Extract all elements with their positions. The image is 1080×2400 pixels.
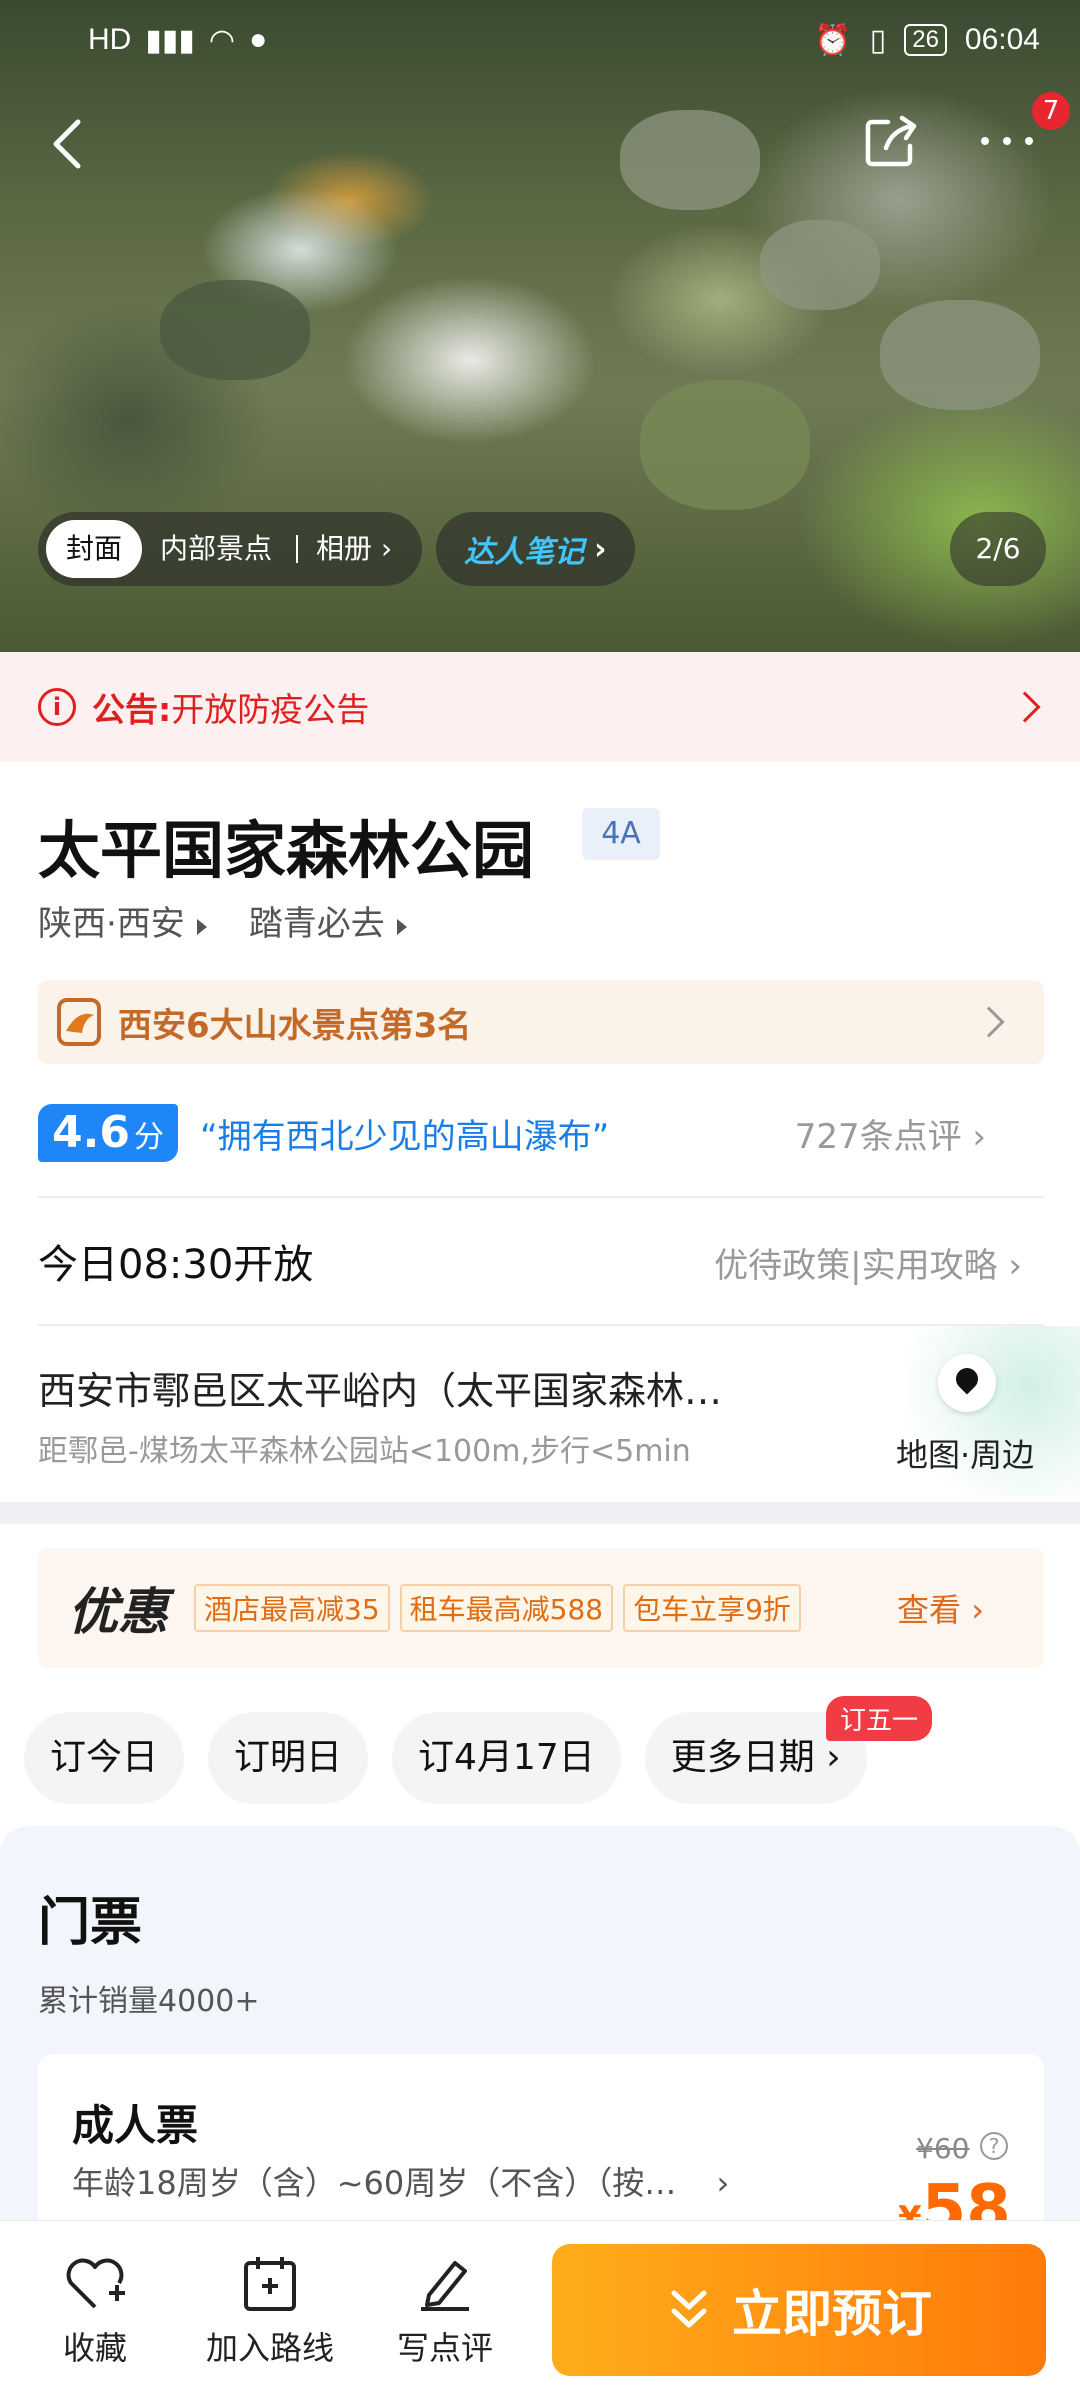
- hero-image[interactable]: HD ▮▮▮ ◠ ● ⏰ ▯ 26 06:04 7 封面 内部景点 相册 › 达…: [0, 0, 1080, 652]
- gallery-tab-group: 封面 内部景点 相册 ›: [38, 512, 423, 586]
- opening-hours[interactable]: 今日08:30开放: [38, 1232, 313, 1290]
- ticket-desc-text: 年龄18周岁（含）~60周岁（不含）（按…: [72, 2164, 677, 2202]
- ranking-text: 西安6大山水景点第3名: [118, 1005, 472, 1046]
- favorite-button[interactable]: 收藏: [40, 2253, 150, 2369]
- write-review-label: 写点评: [396, 2329, 493, 2367]
- tagline-link[interactable]: 踏青必去: [249, 896, 431, 945]
- write-review-button[interactable]: 写点评: [390, 2253, 500, 2369]
- gallery-tabs: 封面 内部景点 相册 › 达人笔记 ›: [38, 512, 635, 586]
- location-pin-icon: [938, 1354, 996, 1412]
- daren-notes-button[interactable]: 达人笔记 ›: [436, 512, 635, 586]
- wifi-icon: ◠: [208, 23, 236, 57]
- promo-title: 优惠: [68, 1583, 168, 1641]
- date-today-button[interactable]: 订今日: [24, 1712, 185, 1804]
- chevron-right-icon: [973, 1006, 1005, 1038]
- may-day-badge: 订五一: [826, 1696, 933, 1741]
- promo-tag: 包车立享9折: [623, 1584, 801, 1632]
- favorite-label: 收藏: [62, 2329, 127, 2367]
- rock-decor: [760, 220, 880, 310]
- map-button[interactable]: 地图·周边: [880, 1326, 1080, 1496]
- rock-decor: [640, 380, 810, 510]
- promo-see-button[interactable]: 查看 ›: [897, 1585, 984, 1631]
- triangle-right-icon: [396, 919, 407, 935]
- promo-tag: 租车最高减588: [399, 1584, 614, 1632]
- date-selector: 订今日 订明日 订4月17日 更多日期 ›: [24, 1712, 867, 1804]
- score-unit: 分: [133, 1120, 164, 1155]
- score-value: 4.6: [52, 1107, 130, 1158]
- address-text[interactable]: 西安市鄠邑区太平峪内（太平国家森林…: [38, 1360, 818, 1415]
- alarm-icon: ⏰: [814, 23, 852, 57]
- status-bar: HD ▮▮▮ ◠ ● ⏰ ▯ 26 06:04: [0, 0, 1080, 80]
- battery-icon: 26: [904, 24, 947, 56]
- notice-bar[interactable]: i 公告: 开放防疫公告: [0, 652, 1080, 762]
- ticket-name: 成人票: [72, 2101, 199, 2150]
- ticket-section-title: 门票: [38, 1893, 143, 1953]
- rock-decor: [880, 300, 1040, 410]
- review-count-text: 727条点评: [794, 1116, 962, 1157]
- location-link[interactable]: 陕西·西安: [38, 896, 231, 945]
- top-nav: 7: [0, 92, 1080, 190]
- book-now-button[interactable]: 立即预订: [552, 2244, 1046, 2376]
- rating-quote: “拥有西北少见的高山瀑布”: [199, 1116, 610, 1157]
- info-icon: i: [38, 688, 76, 726]
- original-price: ¥60: [916, 2132, 970, 2165]
- signal-icon: ▮▮▮: [145, 23, 195, 57]
- score-badge: 4.6 分: [38, 1104, 178, 1162]
- notification-badge: 7: [1032, 92, 1070, 130]
- share-icon[interactable]: [858, 110, 922, 174]
- chevron-right-icon: [1009, 691, 1041, 723]
- map-label: 地图·周边: [896, 1436, 1035, 1474]
- policy-links[interactable]: 优待政策|实用攻略 ›: [714, 1238, 1022, 1287]
- clock: 06:04: [964, 23, 1040, 56]
- photo-counter: 2/6: [950, 512, 1046, 586]
- tab-album[interactable]: 相册 ›: [298, 520, 410, 578]
- pen-icon: [421, 2261, 469, 2311]
- calendar-plus-icon: [244, 2257, 296, 2311]
- more-icon[interactable]: [975, 126, 1039, 156]
- sales-count: 累计销量4000+: [38, 1984, 260, 2019]
- review-count[interactable]: 727条点评 ›: [795, 1109, 986, 1158]
- divider: [38, 1196, 1044, 1198]
- rating-row[interactable]: 4.6 分 “拥有西北少见的高山瀑布” 727条点评 ›: [38, 1100, 1044, 1166]
- add-route-button[interactable]: 加入路线: [200, 2253, 340, 2369]
- triangle-right-icon: [196, 919, 207, 935]
- double-chevron-down-icon: [671, 2290, 707, 2328]
- vibrate-icon: ▯: [869, 23, 887, 57]
- more-dates-label: 更多日期: [670, 1737, 815, 1778]
- promo-see-label: 查看: [897, 1591, 962, 1629]
- grade-badge: 4A: [582, 808, 660, 860]
- policy-links-text: 优待政策|实用攻略: [714, 1246, 998, 1286]
- ranking-trophy-icon: [57, 998, 101, 1046]
- tab-cover[interactable]: 封面: [46, 520, 143, 578]
- page-title: 太平国家森林公园: [38, 814, 535, 887]
- help-icon[interactable]: ?: [980, 2132, 1008, 2160]
- date-tomorrow-button[interactable]: 订明日: [208, 1712, 369, 1804]
- back-icon[interactable]: [44, 114, 94, 174]
- book-now-label: 立即预订: [732, 2285, 932, 2343]
- promo-banner[interactable]: 优惠 酒店最高减35 租车最高减588 包车立享9折 查看 ›: [38, 1548, 1044, 1668]
- daren-notes-label: 达人笔记: [464, 535, 585, 570]
- tagline-text: 踏青必去: [248, 904, 385, 944]
- add-route-label: 加入路线: [205, 2329, 334, 2367]
- location-text: 陕西·西安: [38, 904, 185, 944]
- chevron-right-icon: ›: [594, 531, 607, 567]
- rock-decor: [160, 280, 310, 380]
- section-gap: [0, 1502, 1080, 1524]
- hd-icon: HD: [88, 23, 132, 56]
- notice-label: 公告:: [92, 690, 172, 729]
- date-apr17-button[interactable]: 订4月17日: [392, 1712, 621, 1804]
- chevron-right-icon: ›: [716, 2164, 730, 2202]
- location-row: 陕西·西安 踏青必去: [38, 896, 431, 945]
- ranking-banner[interactable]: 西安6大山水景点第3名: [38, 980, 1044, 1064]
- notice-text: 开放防疫公告: [171, 690, 370, 729]
- distance-text: 距鄠邑-煤场太平森林公园站<100m,步行<5min: [38, 1434, 691, 1469]
- tab-inner-spots[interactable]: 内部景点: [142, 520, 290, 578]
- tab-album-label: 相册: [316, 532, 373, 565]
- promo-tag: 酒店最高减35: [194, 1584, 390, 1632]
- wechat-icon: ●: [249, 23, 268, 56]
- heart-plus-icon: [66, 2258, 125, 2309]
- ticket-desc[interactable]: 年龄18周岁（含）~60周岁（不含）（按… ›: [72, 2158, 729, 2204]
